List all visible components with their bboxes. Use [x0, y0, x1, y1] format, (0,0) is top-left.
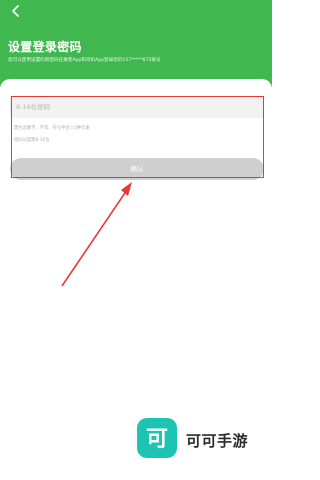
page-description: 您可以使用设置的新密码在乘客App和司机App登录您的157*****875账号	[8, 58, 161, 63]
page-title: 设置登录密码	[8, 40, 82, 54]
back-arrow-icon[interactable]	[7, 2, 25, 20]
annotation-highlight-box	[11, 96, 264, 178]
watermark-text: 可可手游	[186, 432, 249, 450]
watermark-logo: 可	[137, 418, 177, 458]
page: 设置登录密码 您可以使用设置的新密码在乘客App和司机App登录您的157***…	[0, 0, 272, 480]
svg-text:可: 可	[146, 427, 168, 452]
